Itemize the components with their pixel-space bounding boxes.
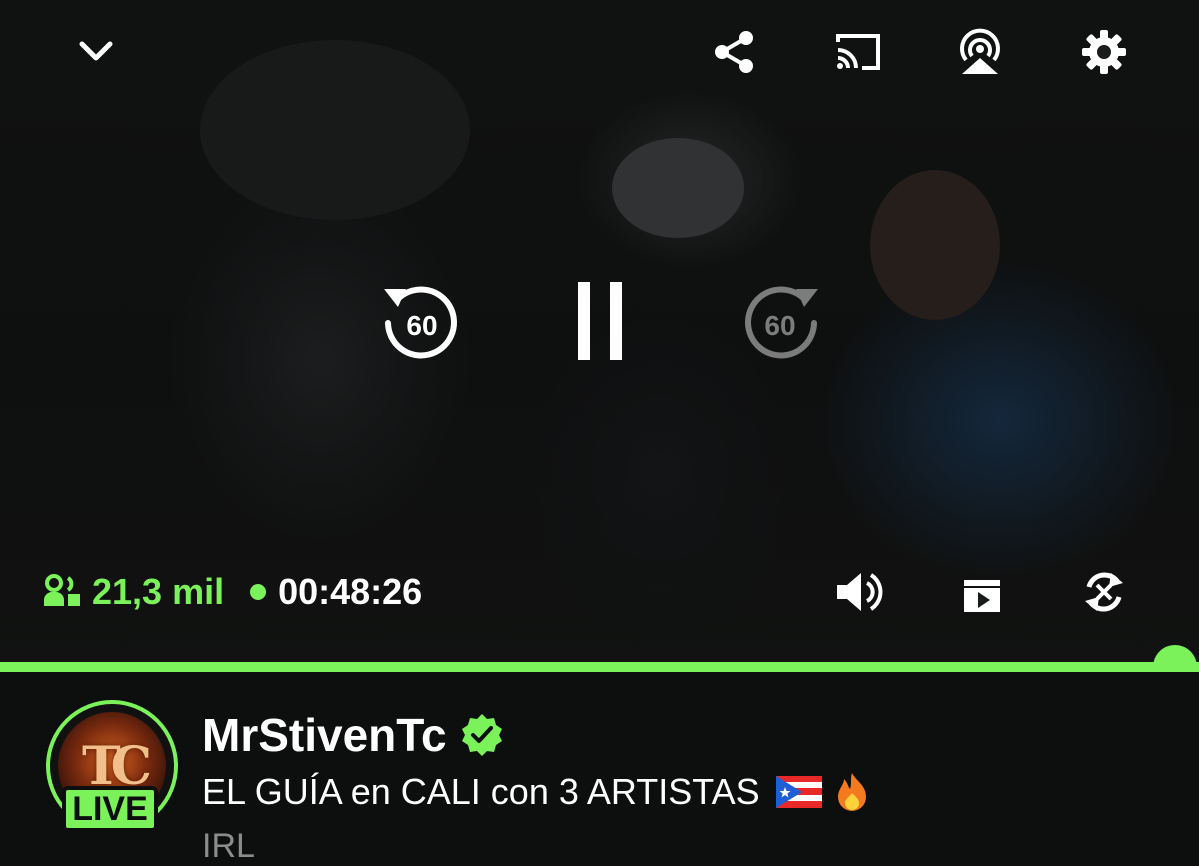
- pause-button[interactable]: [566, 276, 634, 364]
- collapse-button[interactable]: [68, 28, 124, 76]
- cast-icon: [836, 34, 880, 70]
- gear-icon: [1082, 30, 1126, 74]
- channel-avatar[interactable]: TC LIVE: [46, 700, 178, 832]
- settings-button[interactable]: [1078, 26, 1130, 78]
- rotate-icon: [1085, 572, 1123, 612]
- theater-mode-icon: [964, 580, 1000, 612]
- video-player[interactable]: 60 60 21,3 mil 00:48:26: [0, 0, 1199, 668]
- channel-info: [0, 672, 1199, 850]
- share-button[interactable]: [708, 26, 760, 78]
- pause-icon: [578, 282, 622, 360]
- live-badge: LIVE: [62, 786, 158, 832]
- elapsed-time: 00:48:26: [278, 571, 423, 612]
- puerto-rico-flag-icon: [775, 776, 822, 808]
- stream-title-text: EL GUÍA en CALI con 3 ARTISTAS: [202, 771, 760, 812]
- cast-button[interactable]: [830, 26, 886, 78]
- forward-label: 60: [764, 310, 795, 341]
- live-dot-icon: [250, 584, 267, 600]
- progress-bar[interactable]: [0, 662, 1199, 672]
- rotate-button[interactable]: [1078, 566, 1130, 618]
- airplay-button[interactable]: [952, 24, 1008, 80]
- stream-stats: 21,3 mil 00:48:26: [42, 568, 422, 616]
- share-icon: [715, 31, 753, 73]
- viewers-icon: [44, 574, 80, 606]
- chevron-down-icon: [79, 41, 113, 61]
- airplay-icon: [960, 28, 1000, 74]
- viewer-count-value: 21,3 mil: [92, 571, 225, 612]
- theater-mode-button[interactable]: [956, 568, 1008, 620]
- stream-title[interactable]: EL GUÍA en CALI con 3 ARTISTAS: [202, 770, 872, 814]
- channel-name[interactable]: MrStivenTc: [202, 708, 447, 762]
- stream-category[interactable]: IRL: [202, 826, 255, 866]
- channel-header: MrStivenTc: [202, 708, 505, 762]
- rewind-60-button[interactable]: 60: [376, 278, 466, 366]
- rewind-icon: 60: [384, 286, 457, 359]
- volume-icon: [837, 573, 883, 611]
- forward-60-button[interactable]: 60: [736, 278, 826, 366]
- verified-badge-icon: [461, 714, 502, 756]
- viewer-count: 21,3 mil: [42, 571, 224, 613]
- forward-icon: 60: [745, 286, 818, 359]
- volume-button[interactable]: [830, 566, 886, 618]
- rewind-label: 60: [406, 310, 437, 341]
- fire-icon: [837, 773, 866, 811]
